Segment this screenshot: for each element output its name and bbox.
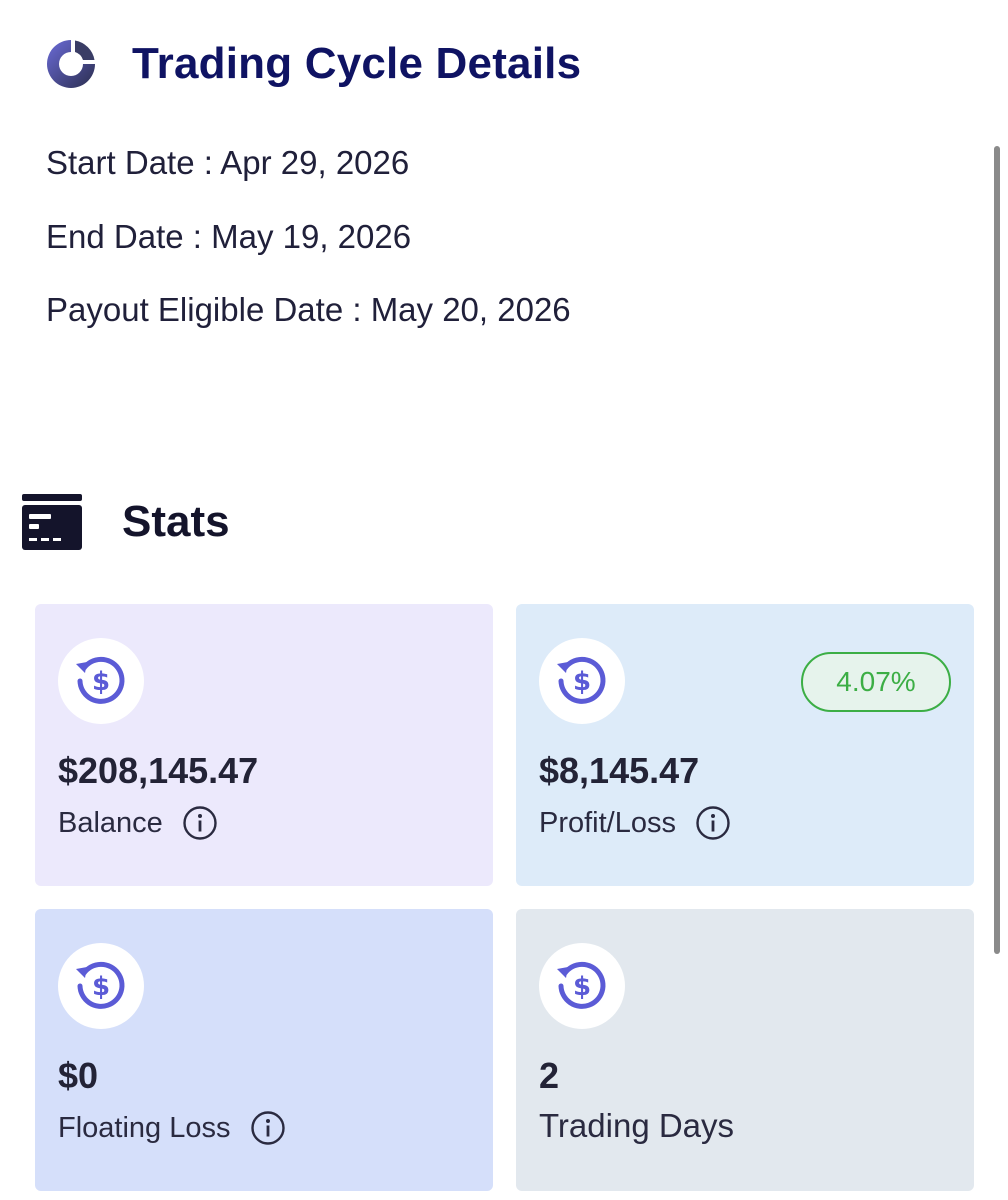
profit-loss-label-row: Profit/Loss <box>539 806 730 840</box>
balance-label-row: Balance <box>58 806 217 840</box>
balance-card: $ $208,145.47 Balance <box>35 604 493 886</box>
profit-loss-card: $ 4.07% $8,145.47 Profit/Loss <box>516 604 974 886</box>
trading-days-label: Trading Days <box>539 1107 735 1144</box>
start-date-row: Start Date : Apr 29, 2026 <box>46 144 409 182</box>
stats-header: Stats <box>22 492 230 552</box>
floating-loss-value: $0 <box>58 1055 99 1096</box>
dollar-refresh-icon: $ <box>58 638 144 724</box>
profit-loss-value: $8,145.47 <box>539 750 700 791</box>
trading-days-value: 2 <box>539 1055 560 1096</box>
profit-loss-label: Profit/Loss <box>539 806 676 839</box>
dollar-refresh-icon: $ <box>539 638 625 724</box>
dollar-refresh-icon: $ <box>539 943 625 1029</box>
payout-date-row: Payout Eligible Date : May 20, 2026 <box>46 291 571 329</box>
end-date-value: May 19, 2026 <box>211 218 412 255</box>
start-date-value: Apr 29, 2026 <box>220 144 410 181</box>
svg-text:$: $ <box>92 972 110 1002</box>
trading-days-card: $ 2 Trading Days <box>516 909 974 1191</box>
info-icon[interactable] <box>250 1111 285 1145</box>
svg-text:$: $ <box>573 667 591 697</box>
stats-title: Stats <box>122 497 230 546</box>
payout-date-value: May 20, 2026 <box>370 291 571 328</box>
end-date-row: End Date : May 19, 2026 <box>46 218 411 256</box>
balance-label: Balance <box>58 806 163 839</box>
floating-loss-label-row: Floating Loss <box>58 1111 285 1145</box>
page-title: Trading Cycle Details <box>132 39 582 88</box>
start-date-label: Start Date : <box>46 144 213 181</box>
cycle-header: Trading Cycle Details <box>44 36 581 92</box>
svg-text:$: $ <box>573 972 591 1002</box>
page: Trading Cycle Details Start Date : Apr 2… <box>0 0 1008 1200</box>
card-icon <box>22 494 82 550</box>
cycle-donut-icon <box>44 37 98 91</box>
balance-value: $208,145.47 <box>58 750 259 791</box>
payout-date-label: Payout Eligible Date : <box>46 291 362 328</box>
trading-days-label-row: Trading Days <box>539 1107 734 1145</box>
floating-loss-card: $ $0 Floating Loss <box>35 909 493 1191</box>
info-icon[interactable] <box>183 806 217 840</box>
dollar-refresh-icon: $ <box>58 943 144 1029</box>
profit-percent-badge: 4.07% <box>801 652 951 712</box>
end-date-label: End Date : <box>46 218 202 255</box>
info-icon[interactable] <box>696 806 730 840</box>
svg-text:$: $ <box>92 667 110 697</box>
floating-loss-label: Floating Loss <box>58 1111 231 1144</box>
scrollbar[interactable] <box>994 146 1000 954</box>
